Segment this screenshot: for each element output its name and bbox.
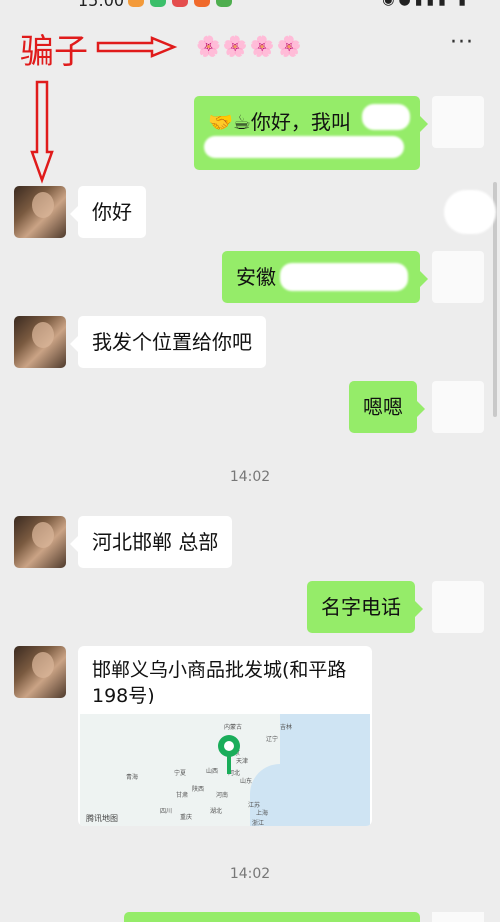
map-label: 河南 bbox=[216, 792, 229, 799]
location-map[interactable]: 内蒙古 辽宁 吉林 北京 天津 山西 河北 青海 宁夏 甘肃 陕西 河南 山东 … bbox=[80, 714, 370, 826]
timestamp: 14:02 bbox=[229, 469, 271, 485]
map-label: 浙江 bbox=[252, 820, 265, 826]
message-bubble-incoming[interactable]: 你好 bbox=[70, 186, 146, 238]
message-bubble-outgoing[interactable] bbox=[124, 912, 420, 922]
my-avatar[interactable] bbox=[432, 381, 484, 433]
message-bubble-outgoing[interactable]: 🤝☕你好，我叫 bbox=[194, 96, 428, 170]
contact-avatar[interactable] bbox=[14, 316, 66, 368]
my-avatar[interactable] bbox=[432, 96, 484, 148]
map-label: 辽宁 bbox=[266, 736, 279, 743]
map-label: 内蒙古 bbox=[224, 724, 243, 731]
message-text: 你好 bbox=[92, 200, 132, 224]
contact-avatar[interactable] bbox=[14, 186, 66, 238]
app-notification-icon bbox=[172, 0, 188, 7]
message-text: 嗯嗯 bbox=[363, 395, 403, 419]
map-credit: 腾讯地图 bbox=[86, 814, 118, 823]
location-pin-icon bbox=[218, 735, 240, 774]
map-label: 吉林 bbox=[280, 724, 293, 731]
status-bar: 15:00 ◉●▮▮▮ ▮ bbox=[0, 0, 500, 12]
message-text: 名字电话 bbox=[321, 595, 401, 619]
chat-title: 🌸🌸🌸🌸 bbox=[196, 34, 304, 58]
my-avatar[interactable] bbox=[432, 251, 484, 303]
map-label: 四川 bbox=[160, 808, 173, 815]
message-text: 我发个位置给你吧 bbox=[92, 330, 252, 354]
message-bubble-outgoing[interactable]: 名字电话 bbox=[307, 581, 423, 633]
message-text: 🤝☕你好，我叫 bbox=[208, 110, 351, 134]
right-arrow-annotation bbox=[96, 36, 178, 58]
timestamp: 14:02 bbox=[229, 866, 271, 882]
map-label: 宁夏 bbox=[174, 770, 187, 777]
message-text: 河北邯郸 总部 bbox=[92, 530, 219, 554]
app-notification-icon bbox=[216, 0, 232, 7]
message-bubble-incoming[interactable]: 我发个位置给你吧 bbox=[70, 316, 266, 368]
more-options-button[interactable]: ··· bbox=[450, 30, 474, 55]
message-bubble-outgoing[interactable]: 嗯嗯 bbox=[349, 381, 425, 433]
my-avatar[interactable] bbox=[432, 581, 484, 633]
down-arrow-annotation bbox=[30, 80, 54, 184]
location-card[interactable]: 邯郸义乌小商品批发城(和平路198号) 内蒙古 辽宁 吉林 北京 天津 山西 河… bbox=[78, 646, 372, 826]
message-bubble-outgoing[interactable]: 安徽 bbox=[222, 251, 428, 303]
message-bubble-incoming[interactable]: 河北邯郸 总部 bbox=[69, 516, 233, 568]
notification-icons bbox=[128, 0, 232, 7]
app-notification-icon bbox=[128, 0, 144, 7]
map-label: 湖北 bbox=[210, 808, 223, 815]
signal-battery-icons: ◉●▮▮▮ ▮ bbox=[382, 0, 470, 8]
map-label: 上海 bbox=[256, 810, 269, 817]
contact-avatar[interactable] bbox=[14, 516, 66, 568]
my-avatar[interactable] bbox=[432, 912, 484, 922]
status-time: 15:00 bbox=[78, 0, 125, 10]
map-label: 甘肃 bbox=[176, 792, 189, 799]
location-title: 邯郸义乌小商品批发城(和平路198号) bbox=[92, 659, 347, 704]
map-label: 重庆 bbox=[180, 814, 193, 821]
app-notification-icon bbox=[194, 0, 210, 7]
contact-avatar[interactable] bbox=[14, 646, 66, 698]
scammer-annotation: 骗子 bbox=[20, 32, 88, 72]
map-label: 山东 bbox=[240, 778, 253, 785]
app-notification-icon bbox=[150, 0, 166, 7]
message-text: 安徽 bbox=[236, 265, 276, 289]
map-label: 陕西 bbox=[192, 786, 205, 793]
map-label: 青海 bbox=[126, 774, 139, 781]
